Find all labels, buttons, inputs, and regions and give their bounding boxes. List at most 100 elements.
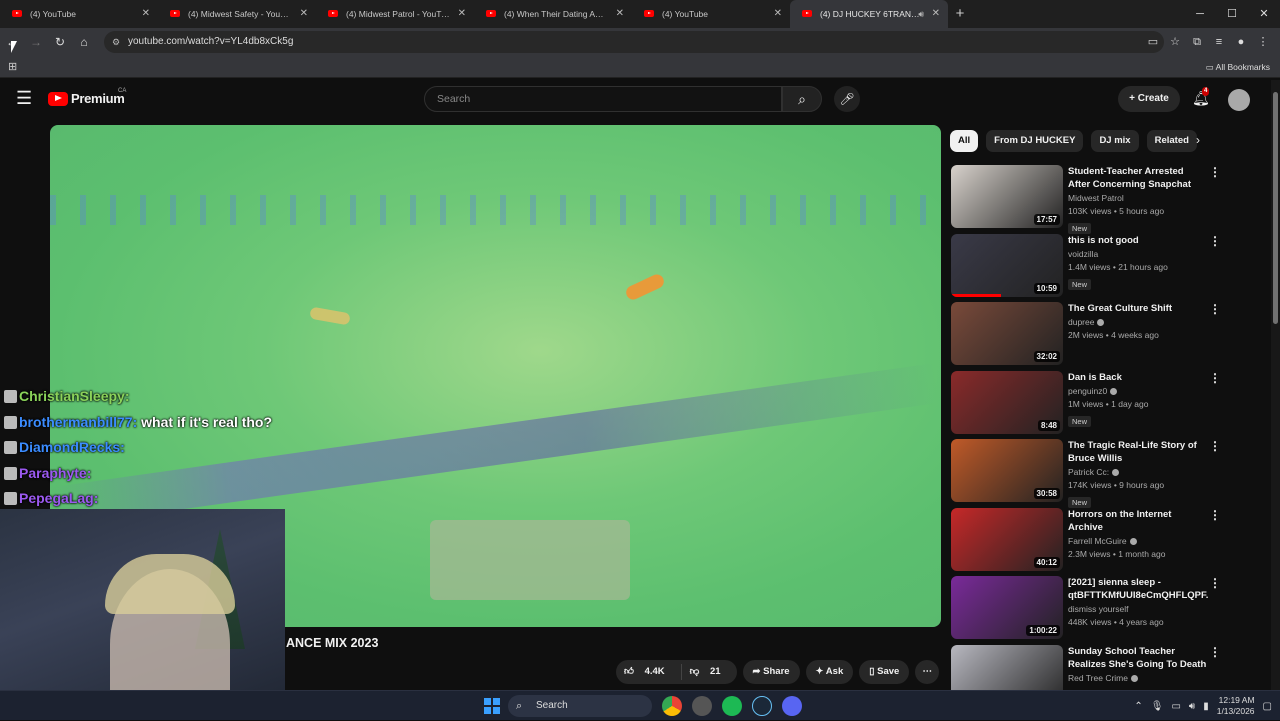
tab-audio-icon[interactable]: 🔊︎ bbox=[918, 0, 924, 28]
chrome-icon[interactable] bbox=[662, 696, 682, 716]
tab-close-icon[interactable]: ✕ bbox=[142, 0, 150, 28]
video-title-link[interactable]: [2021] sienna sleep - qtBFTTKMfUUI8eCmQH… bbox=[1068, 576, 1208, 602]
reload-button[interactable]: ↻ bbox=[48, 35, 72, 49]
more-options-icon[interactable]: ⋮ bbox=[1209, 371, 1221, 385]
windows-start-icon[interactable] bbox=[484, 698, 500, 714]
new-tab-button[interactable]: + bbox=[948, 0, 972, 28]
recommended-video[interactable]: 8:48 Dan is Back penguinz0 1M views • 1 day… bbox=[951, 370, 1221, 440]
steam-icon[interactable] bbox=[752, 696, 772, 716]
save-button[interactable]: ▯ Save bbox=[859, 660, 910, 684]
network-icon[interactable]: ▭ bbox=[1171, 701, 1180, 712]
channel-name[interactable]: penguinz0 bbox=[1068, 385, 1208, 398]
ask-button[interactable]: ✦ Ask bbox=[805, 660, 854, 684]
spotify-icon[interactable] bbox=[722, 696, 742, 716]
browser-tab[interactable]: (4) Midwest Safety - YouTube ✕ bbox=[158, 0, 316, 28]
browser-menu-icon[interactable]: ⋮ bbox=[1252, 28, 1274, 56]
recommended-video[interactable]: 40:12 Horrors on the Internet Archive Farr… bbox=[951, 507, 1221, 577]
more-options-icon[interactable]: ⋮ bbox=[1209, 645, 1221, 659]
browser-tab[interactable]: (4) DJ HUCKEY 6TRANCE 4E 🔊︎ ✕ bbox=[790, 0, 948, 28]
install-app-icon[interactable]: ▭ bbox=[1142, 28, 1164, 56]
video-thumbnail[interactable]: 10:59 bbox=[951, 233, 1063, 297]
search-button[interactable]: ⌕ bbox=[782, 86, 822, 112]
recommended-video[interactable]: 10:59 this is not good voidzilla 1.4M views… bbox=[951, 233, 1221, 303]
voice-search-button[interactable]: 🎤︎ bbox=[834, 86, 860, 112]
channel-name[interactable]: Red Tree Crime bbox=[1068, 672, 1208, 685]
minimize-button[interactable]: ─ bbox=[1184, 0, 1216, 28]
share-button[interactable]: ➦ Share bbox=[742, 660, 800, 684]
video-title-link[interactable]: Horrors on the Internet Archive bbox=[1068, 508, 1208, 534]
video-thumbnail[interactable]: 30:58 bbox=[951, 439, 1063, 502]
bookmark-star-icon[interactable]: ☆ bbox=[1164, 28, 1186, 56]
filter-chip[interactable]: DJ mix bbox=[1091, 130, 1139, 152]
recommended-video[interactable]: 17:57 Student-Teacher Arrested After Conc… bbox=[951, 165, 1221, 234]
video-title-link[interactable]: The Tragic Real-Life Story of Bruce Will… bbox=[1068, 439, 1208, 465]
taskbar-search[interactable]: ⌕ Search bbox=[508, 695, 652, 717]
video-title-link[interactable]: Student-Teacher Arrested After Concernin… bbox=[1068, 165, 1208, 191]
tab-close-icon[interactable]: ✕ bbox=[300, 0, 308, 28]
tab-close-icon[interactable]: ✕ bbox=[932, 0, 940, 28]
dislike-button[interactable]: 👎︎ 21 bbox=[682, 660, 737, 684]
tab-close-icon[interactable]: ✕ bbox=[616, 0, 624, 28]
profile-avatar-icon[interactable]: ● bbox=[1230, 28, 1252, 56]
home-button[interactable]: ⌂ bbox=[72, 35, 96, 49]
clock[interactable]: 12:19 AM 1/13/2026 bbox=[1217, 695, 1255, 717]
video-title-link[interactable]: this is not good bbox=[1068, 234, 1208, 247]
channel-name[interactable]: Patrick Cc: bbox=[1068, 466, 1208, 479]
page-scrollbar[interactable] bbox=[1271, 80, 1280, 690]
recommended-video[interactable]: 1:00:22 [2021] sienna sleep - qtBFTTKMfUU… bbox=[951, 576, 1221, 645]
more-options-icon[interactable]: ⋮ bbox=[1209, 234, 1221, 248]
battery-icon[interactable]: ▮ bbox=[1203, 701, 1209, 712]
filter-chip[interactable]: From DJ HUCKEY bbox=[986, 130, 1084, 152]
video-title-link[interactable]: Dan is Back bbox=[1068, 371, 1208, 384]
like-button[interactable]: 👍︎ 4.4K bbox=[616, 660, 681, 684]
close-window-button[interactable]: ✕ bbox=[1248, 0, 1280, 28]
channel-name[interactable]: Midwest Patrol bbox=[1068, 192, 1208, 205]
tab-close-icon[interactable]: ✕ bbox=[774, 0, 782, 28]
account-avatar[interactable] bbox=[1228, 89, 1250, 111]
microphone-tray-icon[interactable]: 🎙︎ bbox=[1151, 701, 1164, 712]
maximize-button[interactable]: ☐ bbox=[1216, 0, 1248, 28]
settings-app-icon[interactable] bbox=[692, 696, 712, 716]
more-options-icon[interactable]: ⋮ bbox=[1209, 165, 1221, 179]
more-options-icon[interactable]: ⋮ bbox=[1209, 576, 1221, 590]
notification-center-icon[interactable]: ▢ bbox=[1263, 701, 1272, 712]
channel-name[interactable]: dupree bbox=[1068, 316, 1208, 329]
video-thumbnail[interactable]: 32:02 bbox=[951, 302, 1063, 365]
channel-name[interactable]: dismiss yourself bbox=[1068, 603, 1208, 616]
channel-name[interactable]: Farrell McGuire bbox=[1068, 535, 1208, 548]
hamburger-menu-icon[interactable]: ☰ bbox=[16, 88, 32, 109]
forward-button[interactable]: → bbox=[24, 35, 48, 49]
recommended-video[interactable]: 30:58 The Tragic Real-Life Story of Bruce… bbox=[951, 439, 1221, 508]
chevron-right-icon[interactable]: › bbox=[1196, 133, 1200, 147]
browser-tab[interactable]: (4) When Their Dating App Sch ✕ bbox=[474, 0, 632, 28]
tab-close-icon[interactable]: ✕ bbox=[458, 0, 466, 28]
video-thumbnail[interactable]: 8:48 bbox=[951, 370, 1063, 434]
extensions-icon[interactable]: ⧉ bbox=[1186, 28, 1208, 56]
video-thumbnail[interactable]: 40:12 bbox=[951, 507, 1063, 571]
volume-icon[interactable]: 🔊︎ bbox=[1189, 701, 1195, 712]
video-thumbnail[interactable]: 1:00:22 bbox=[951, 576, 1063, 639]
filter-chip[interactable]: All bbox=[950, 130, 979, 152]
more-options-icon[interactable]: ⋮ bbox=[1209, 439, 1221, 453]
all-bookmarks-button[interactable]: ▭ All Bookmarks bbox=[1206, 56, 1270, 78]
more-options-icon[interactable]: ⋮ bbox=[1209, 302, 1221, 316]
discord-icon[interactable] bbox=[782, 696, 802, 716]
create-button[interactable]: + Create bbox=[1118, 86, 1180, 112]
more-actions-button[interactable]: ⋯ bbox=[915, 660, 940, 684]
apps-grid-icon[interactable]: ⊞ bbox=[8, 60, 17, 73]
url-bar[interactable]: ⚙ youtube.com/watch?v=YL4db8xCk5g bbox=[104, 31, 1164, 53]
video-title-link[interactable]: Sunday School Teacher Realizes She's Goi… bbox=[1068, 645, 1208, 671]
more-options-icon[interactable]: ⋮ bbox=[1209, 508, 1221, 522]
site-info-icon[interactable]: ⚙ bbox=[112, 31, 120, 53]
video-title-link[interactable]: The Great Culture Shift bbox=[1068, 302, 1208, 315]
browser-tab[interactable]: (4) Midwest Patrol - YouTube ✕ bbox=[316, 0, 474, 28]
youtube-logo[interactable]: Premium CA bbox=[48, 88, 126, 106]
browser-tab[interactable]: (4) YouTube ✕ bbox=[632, 0, 790, 28]
browser-tab[interactable]: (4) YouTube ✕ bbox=[0, 0, 158, 28]
scrollbar-thumb[interactable] bbox=[1273, 92, 1278, 324]
chevron-up-icon[interactable]: ⌃ bbox=[1134, 701, 1142, 712]
notifications-button[interactable]: 🔔︎ 4 bbox=[1192, 87, 1210, 107]
media-controls-icon[interactable]: ≡ bbox=[1208, 28, 1230, 56]
filter-chip[interactable]: Related bbox=[1146, 130, 1197, 152]
channel-name[interactable]: voidzilla bbox=[1068, 248, 1208, 261]
